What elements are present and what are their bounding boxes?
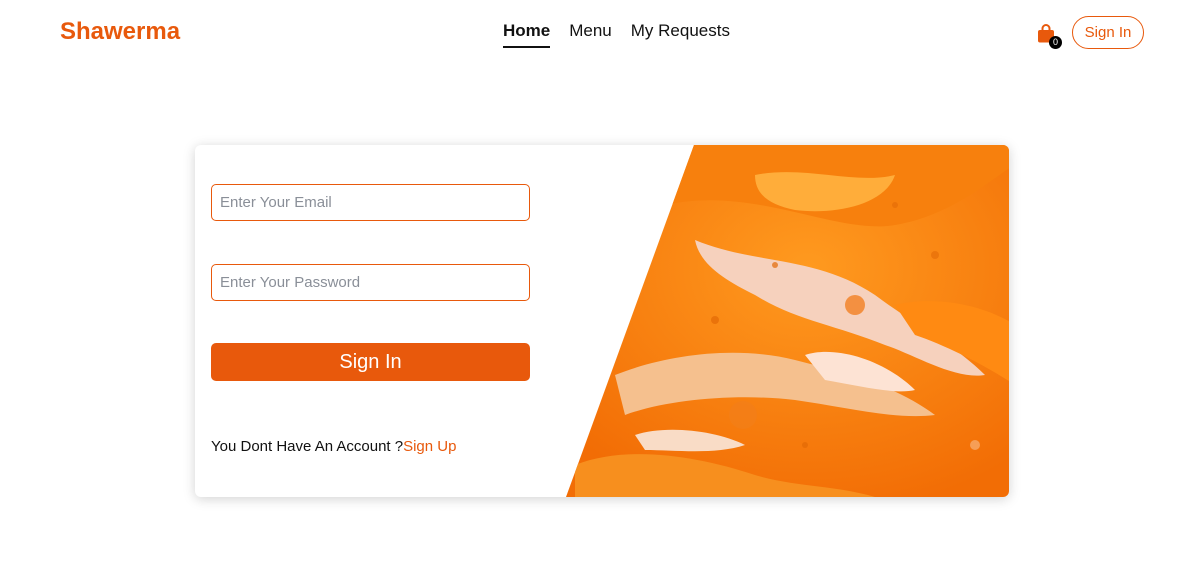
login-card: Sign In You Dont Have An Account ?Sign U…	[195, 145, 1009, 497]
cart-count-badge: 0	[1049, 35, 1062, 49]
navbar: Shawerma Home Menu My Requests 0 Sign In	[0, 0, 1200, 66]
header-sign-in-button[interactable]: Sign In	[1072, 16, 1144, 49]
header-actions: 0 Sign In	[1037, 16, 1144, 49]
signup-prompt: You Dont Have An Account ?Sign Up	[211, 438, 456, 455]
password-input[interactable]	[211, 264, 530, 301]
sign-up-link[interactable]: Sign Up	[403, 438, 456, 455]
sign-in-submit-button[interactable]: Sign In	[211, 343, 530, 381]
email-input[interactable]	[211, 184, 530, 221]
nav-link-home[interactable]: Home	[503, 21, 551, 48]
no-account-text: You Dont Have An Account ?	[211, 438, 404, 455]
cart-button[interactable]: 0	[1037, 20, 1062, 49]
nav-link-menu[interactable]: Menu	[569, 21, 612, 48]
main-nav: Home Menu My Requests	[503, 21, 730, 48]
nav-link-my-requests[interactable]: My Requests	[631, 21, 730, 48]
brand-logo[interactable]: Shawerma	[60, 18, 180, 46]
